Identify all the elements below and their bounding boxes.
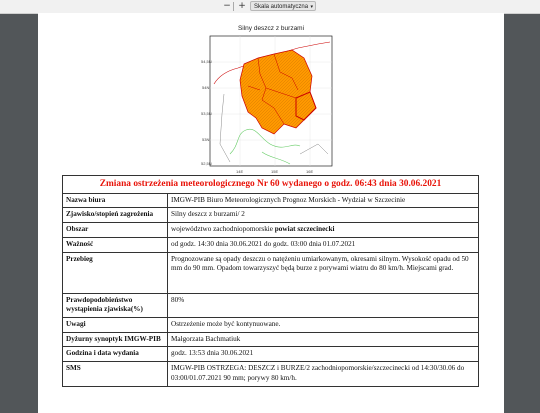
table-row: Ważność od godz. 14:30 dnia 30.06.2021 d… bbox=[62, 236, 479, 253]
toolbar-divider bbox=[233, 2, 234, 11]
zoom-in-button[interactable]: + bbox=[237, 1, 247, 11]
lon-label: 14E bbox=[236, 169, 243, 174]
table-row: SMS IMGW-PIB OSTRZEGA: DESZCZ i BURZE/2 … bbox=[62, 361, 479, 387]
row-value: Prognozowane są opady deszczu o natężeni… bbox=[167, 251, 479, 294]
row-label: Ważność bbox=[62, 236, 168, 253]
row-label: SMS bbox=[62, 361, 168, 387]
row-value: Małgorzata Bachmatiuk bbox=[167, 331, 479, 348]
table-row: Dyżurny synoptyk IMGW-PIB Małgorzata Bac… bbox=[62, 331, 479, 348]
pdf-toolbar: − + Skala automatyczna ▾ bbox=[0, 0, 540, 14]
row-label: Nazwa biura bbox=[62, 192, 168, 209]
row-label: Prawdopodobieństwo wystąpienia zjawiska(… bbox=[62, 292, 168, 319]
zoom-select[interactable]: Skala automatyczna ▾ bbox=[250, 1, 316, 11]
warning-title-row: Zmiana ostrzeżenia meteorologicznego Nr … bbox=[62, 175, 479, 194]
lat-label: 53,5N bbox=[201, 111, 212, 116]
chevron-down-icon: ▾ bbox=[310, 4, 313, 10]
row-value: IMGW-PIB OSTRZEGA: DESZCZ i BURZE/2 zach… bbox=[167, 361, 479, 387]
warning-title: Zmiana ostrzeżenia meteorologicznego Nr … bbox=[62, 175, 479, 194]
row-label: Przebieg bbox=[62, 251, 168, 294]
table-row: Nazwa biura IMGW-PIB Biuro Meteorologicz… bbox=[62, 192, 479, 209]
row-value: IMGW-PIB Biuro Meteorologicznych Prognoz… bbox=[167, 192, 479, 209]
table-row: Obszar województwo zachodniopomorskie po… bbox=[62, 222, 479, 238]
row-value: od godz. 14:30 dnia 30.06.2021 do godz. … bbox=[167, 236, 479, 253]
table-row: Przebieg Prognozowane są opady deszczu o… bbox=[62, 251, 479, 294]
area-voivodeship: województwo zachodniopomorskie bbox=[171, 225, 275, 234]
map-graphic: 54,5N 54N 53,5N 53N 52,5N 14E 15E 16E bbox=[201, 35, 333, 174]
zoom-select-value: Skala automatyczna bbox=[254, 4, 309, 10]
table-row: Prawdopodobieństwo wystąpienia zjawiska(… bbox=[62, 292, 479, 319]
row-value: godz. 13:53 dnia 30.06.2021 bbox=[167, 346, 479, 363]
lat-label: 54N bbox=[202, 85, 209, 90]
row-label: Zjawisko/stopień zagrożenia bbox=[62, 207, 168, 224]
row-label: Dyżurny synoptyk IMGW-PIB bbox=[62, 331, 168, 348]
row-value: Silny deszcz z burzami/ 2 bbox=[167, 207, 479, 224]
row-label: Godzina i data wydania bbox=[62, 346, 168, 363]
zoom-out-button[interactable]: − bbox=[222, 1, 232, 11]
area-county: powiat szczecinecki bbox=[274, 225, 335, 234]
map-title: Silny deszcz z burzami bbox=[237, 25, 305, 32]
row-label: Uwagi bbox=[62, 317, 168, 333]
table-row: Godzina i data wydania godz. 13:53 dnia … bbox=[62, 346, 479, 363]
lat-label: 54,5N bbox=[201, 59, 212, 64]
warning-table: Zmiana ostrzeżenia meteorologicznego Nr … bbox=[62, 175, 479, 387]
lat-label: 53N bbox=[202, 137, 209, 142]
table-row: Zjawisko/stopień zagrożenia Silny deszcz… bbox=[62, 207, 479, 224]
row-value: 80% bbox=[167, 292, 479, 319]
row-value: województwo zachodniopomorskie powiat sz… bbox=[167, 222, 479, 238]
lon-label: 15E bbox=[271, 169, 278, 174]
document-page: Silny deszcz z burzami 54,5N 54N 53,5N 5… bbox=[38, 13, 504, 413]
lat-label: 52,5N bbox=[201, 161, 212, 166]
row-value: Ostrzeżenie może być kontynuowane. bbox=[167, 317, 479, 333]
row-label: Obszar bbox=[62, 222, 168, 238]
lon-label: 16E bbox=[306, 169, 313, 174]
warning-map: Silny deszcz z burzami 54,5N 54N 53,5N 5… bbox=[200, 25, 342, 185]
table-row: Uwagi Ostrzeżenie może być kontynuowane. bbox=[62, 317, 479, 333]
